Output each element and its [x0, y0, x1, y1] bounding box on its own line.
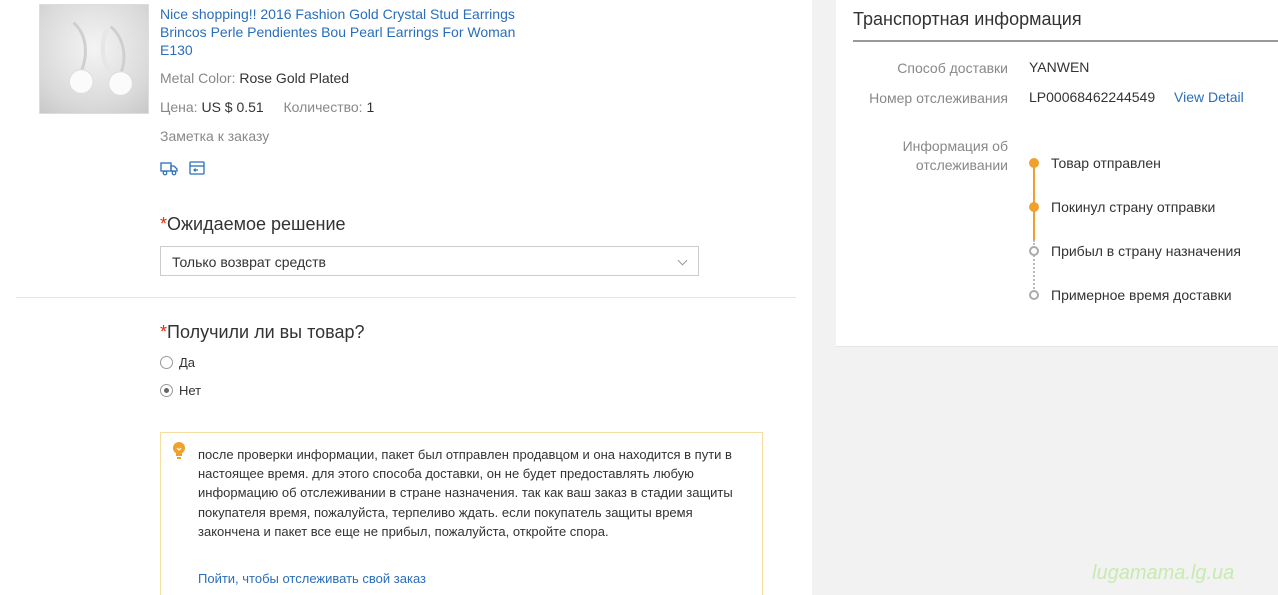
step-label: Товар отправлен [1051, 155, 1161, 171]
step-label: Примерное время доставки [1051, 287, 1232, 303]
price-value: US $ 0.51 [201, 99, 264, 115]
radio-no-label: Нет [179, 383, 202, 398]
order-detail-panel: Nice shopping!! 2016 Fashion Gold Crysta… [0, 0, 812, 595]
timeline-step: Примерное время доставки [1026, 287, 1232, 303]
timeline-step: Покинул страну отправки [1026, 199, 1215, 215]
shipping-method-label: Способ доставки [897, 60, 1008, 76]
tracking-timeline: Товар отправлен Покинул страну отправки … [1026, 150, 1278, 310]
radio-yes[interactable] [160, 356, 173, 369]
shipping-title: Транспортная информация [853, 9, 1082, 29]
tracking-number-label: Номер отслеживания [869, 90, 1008, 106]
product-icons [160, 160, 206, 176]
resolution-select[interactable]: Только возврат средств [160, 246, 699, 276]
info-notice: после проверки информации, пакет был отп… [160, 432, 763, 595]
order-note-link[interactable]: Заметка к заказу [160, 128, 269, 144]
section-divider [16, 297, 796, 298]
lightbulb-icon [171, 441, 187, 461]
price-label: Цена: [160, 99, 198, 115]
quantity-value: 1 [366, 99, 375, 115]
timeline-step: Прибыл в страну назначения [1026, 243, 1241, 259]
product-title-link[interactable]: Nice shopping!! 2016 Fashion Gold Crysta… [160, 5, 520, 59]
quantity-label: Количество: [283, 99, 363, 115]
metal-color-value: Rose Gold Plated [239, 70, 350, 86]
price-quantity-row: Цена: US $ 0.51 Количество: 1 [160, 99, 374, 115]
received-label-text: Получили ли вы товар? [167, 322, 365, 342]
step-pending-dot-icon [1029, 246, 1039, 256]
tracking-info-label: Информация об отслеживании [902, 138, 1008, 173]
required-mark: * [160, 214, 168, 234]
metal-color-label: Metal Color: [160, 70, 236, 86]
step-label: Прибыл в страну назначения [1051, 243, 1241, 259]
notice-text: после проверки информации, пакет был отп… [198, 447, 733, 539]
timeline-step: Товар отправлен [1026, 155, 1161, 171]
required-mark: * [160, 322, 168, 342]
step-done-dot-icon [1029, 158, 1039, 168]
radio-option-yes[interactable]: Да [160, 355, 195, 370]
product-image[interactable] [39, 4, 149, 114]
radio-no[interactable] [160, 384, 173, 397]
card-icon[interactable] [188, 160, 206, 176]
title-underline [853, 40, 1278, 42]
step-done-dot-icon [1029, 202, 1039, 212]
view-detail-link[interactable]: View Detail [1174, 89, 1244, 105]
tracking-number-value: LP00068462244549 [1029, 89, 1156, 105]
metal-color-row: Metal Color: Rose Gold Plated [160, 70, 349, 86]
resolution-label: *Ожидаемое решение [160, 214, 346, 235]
radio-option-no[interactable]: Нет [160, 383, 201, 398]
watermark: lugamama.lg.ua [1092, 562, 1235, 584]
step-label: Покинул страну отправки [1051, 199, 1216, 215]
radio-yes-label: Да [179, 355, 196, 370]
resolution-label-text: Ожидаемое решение [167, 214, 346, 234]
track-order-link[interactable]: Пойти, чтобы отслеживать свой заказ [198, 571, 426, 586]
shipping-method-value: YANWEN [1029, 59, 1090, 75]
shipping-info-panel: Транспортная информация Способ доставки … [836, 0, 1278, 347]
step-pending-dot-icon [1029, 290, 1039, 300]
resolution-selected-value: Только возврат средств [172, 254, 326, 270]
truck-icon[interactable] [160, 160, 178, 176]
chevron-down-icon [677, 255, 688, 266]
received-label: *Получили ли вы товар? [160, 322, 365, 343]
